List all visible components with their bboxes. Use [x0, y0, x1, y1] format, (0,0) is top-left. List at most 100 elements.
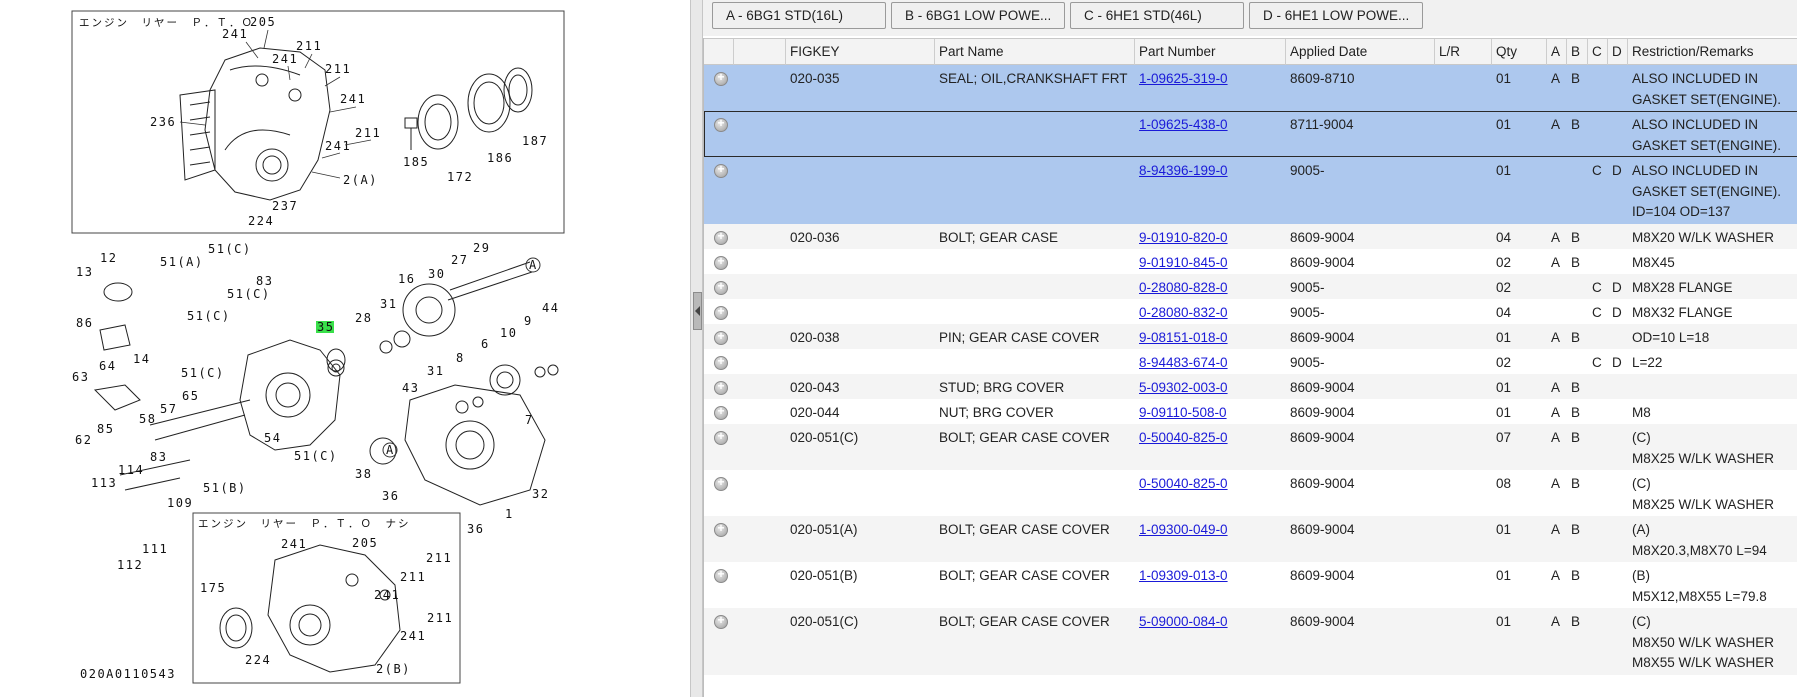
table-row[interactable]: 0-50040-825-0 8609-9004 08 AB (C) M8X25 W/LK…	[704, 470, 1797, 516]
model-tab-a[interactable]: A - 6BG1 STD(16L)	[712, 2, 886, 29]
qty-cell: 01	[1496, 71, 1512, 86]
figkey-cell	[786, 111, 790, 115]
svg-text:51(B): 51(B)	[203, 481, 247, 495]
header-expand[interactable]	[704, 39, 734, 65]
svg-text:241: 241	[340, 92, 366, 106]
qty-cell: 04	[1496, 230, 1512, 245]
svg-text:211: 211	[325, 62, 351, 76]
no-pto-box-title: エンジン リヤー Ｐ．Ｔ．Ｏ ナシ	[198, 518, 411, 530]
header-qty[interactable]: Qty	[1492, 39, 1547, 65]
model-b-flag	[1567, 299, 1571, 303]
svg-text:111: 111	[142, 542, 168, 556]
part-number-link[interactable]: 8-94483-674-0	[1135, 349, 1228, 373]
table-row[interactable]: 8-94396-199-0 9005- 01 CD ALSO INCLUDED IN G…	[704, 157, 1797, 224]
model-b-flag	[1567, 157, 1571, 161]
table-row[interactable]: 020-051(C) BOLT; GEAR CASE COVER 0-50040-8…	[704, 424, 1797, 470]
header-part-number[interactable]: Part Number	[1135, 39, 1286, 65]
header-d[interactable]: D	[1608, 39, 1628, 65]
model-tab-c[interactable]: C - 6HE1 STD(46L)	[1070, 2, 1244, 29]
part-number-link[interactable]: 9-08151-018-0	[1135, 324, 1228, 348]
part-number-link[interactable]: 1-09309-013-0	[1135, 562, 1228, 586]
part-number-link[interactable]: 5-09000-084-0	[1135, 608, 1228, 632]
expand-row-icon[interactable]	[714, 116, 728, 132]
header-b[interactable]: B	[1567, 39, 1588, 65]
figkey-cell	[786, 349, 790, 353]
part-number-link[interactable]: 0-28080-828-0	[1135, 274, 1228, 298]
lr-cell	[1435, 324, 1439, 328]
expand-row-icon[interactable]	[714, 254, 728, 270]
model-c-flag	[1588, 424, 1592, 428]
table-row[interactable]: 020-051(A) BOLT; GEAR CASE COVER 1-09300-0…	[704, 516, 1797, 562]
expand-row-icon[interactable]	[714, 613, 728, 629]
svg-text:241: 241	[281, 537, 307, 551]
remarks-cell: ALSO INCLUDED IN GASKET SET(ENGINE).	[1632, 71, 1782, 107]
model-tab-d[interactable]: D - 6HE1 LOW POWE...	[1249, 2, 1423, 29]
expand-row-icon[interactable]	[714, 475, 728, 491]
header-blank[interactable]	[734, 39, 786, 65]
part-number-link[interactable]: 9-01910-820-0	[1135, 224, 1228, 248]
lr-cell	[1435, 470, 1439, 474]
expand-row-icon[interactable]	[714, 354, 728, 370]
expand-row-icon[interactable]	[714, 429, 728, 445]
part-number-link[interactable]: 5-09302-003-0	[1135, 374, 1228, 398]
figkey-cell	[786, 470, 790, 474]
part-number-link[interactable]: 0-50040-825-0	[1135, 424, 1228, 448]
part-number-link[interactable]: 9-01910-845-0	[1135, 249, 1228, 273]
table-row[interactable]: 0-28080-832-0 9005- 04 CD M8X32 FLANGE	[704, 299, 1797, 324]
table-row[interactable]: 020-036 BOLT; GEAR CASE 9-01910-820-0 8609-…	[704, 224, 1797, 249]
table-row[interactable]: 020-051(C) BOLT; GEAR CASE COVER 5-09000-0…	[704, 608, 1797, 675]
part-number-link[interactable]: 1-09625-438-0	[1135, 111, 1228, 135]
header-a[interactable]: A	[1547, 39, 1567, 65]
expand-row-icon[interactable]	[714, 229, 728, 245]
header-c[interactable]: C	[1588, 39, 1608, 65]
table-row[interactable]: 020-043 STUD; BRG COVER 5-09302-003-0 8609-…	[704, 374, 1797, 399]
expand-row-icon[interactable]	[714, 521, 728, 537]
table-row[interactable]: 8-94483-674-0 9005- 02 CD L=22	[704, 349, 1797, 374]
callout-35: 35	[317, 320, 334, 334]
part-number-link[interactable]: 1-09300-049-0	[1135, 516, 1228, 540]
collapse-left-arrow-icon[interactable]	[693, 292, 702, 330]
table-row[interactable]: 020-044 NUT; BRG COVER 9-09110-508-0 8609-9…	[704, 399, 1797, 424]
applied-date-cell: 8609-9004	[1290, 405, 1355, 420]
svg-text:205: 205	[250, 15, 276, 29]
header-part-name[interactable]: Part Name	[935, 39, 1135, 65]
table-row[interactable]: 1-09625-438-0 8711-9004 01 AB ALSO INCLUDED …	[704, 111, 1797, 157]
expand-row-icon[interactable]	[714, 162, 728, 178]
model-c-flag	[1588, 65, 1592, 69]
model-tab-b[interactable]: B - 6BG1 LOW POWE...	[891, 2, 1065, 29]
table-row[interactable]: 020-051(B) BOLT; GEAR CASE COVER 1-09309-0…	[704, 562, 1797, 608]
pane-splitter[interactable]	[690, 0, 703, 697]
model-d-flag	[1608, 470, 1612, 474]
part-number-link[interactable]: 0-28080-832-0	[1135, 299, 1228, 323]
part-number-link[interactable]: 1-09625-319-0	[1135, 65, 1228, 89]
model-b-flag: B	[1571, 430, 1581, 445]
model-b-flag: B	[1571, 614, 1581, 629]
header-figkey[interactable]: FIGKEY	[786, 39, 935, 65]
svg-text:6: 6	[481, 337, 490, 351]
header-lr[interactable]: L/R	[1435, 39, 1492, 65]
part-number-link[interactable]: 9-09110-508-0	[1135, 399, 1227, 423]
part-name-cell	[935, 274, 939, 278]
table-row[interactable]: 020-035 SEAL; OIL,CRANKSHAFT FRT 1-09625-3…	[704, 65, 1797, 111]
table-row[interactable]: 9-01910-845-0 8609-9004 02 AB M8X45	[704, 249, 1797, 274]
expand-row-icon[interactable]	[714, 70, 728, 86]
part-number-link[interactable]: 8-94396-199-0	[1135, 157, 1228, 181]
expand-row-icon[interactable]	[714, 404, 728, 420]
table-row[interactable]: 020-038 PIN; GEAR CASE COVER 9-08151-018-0…	[704, 324, 1797, 349]
expand-row-icon[interactable]	[714, 567, 728, 583]
header-remarks[interactable]: Restriction/Remarks	[1628, 39, 1797, 65]
svg-text:65: 65	[182, 389, 199, 403]
exploded-diagram[interactable]: エンジン リヤー Ｐ．Ｔ．Ｏ 205 241 211 241 211 241 2…	[0, 0, 690, 697]
expand-row-icon[interactable]	[714, 279, 728, 295]
part-name-cell: BOLT; GEAR CASE COVER	[939, 522, 1110, 537]
table-row[interactable]: 0-28080-828-0 9005- 02 CD M8X28 FLANGE	[704, 274, 1797, 299]
part-name-cell: BOLT; GEAR CASE	[939, 230, 1059, 245]
header-applied-date[interactable]: Applied Date	[1286, 39, 1435, 65]
expand-row-icon[interactable]	[714, 304, 728, 320]
model-b-flag	[1567, 274, 1571, 278]
svg-text:241: 241	[374, 588, 400, 602]
exploded-diagram-pane[interactable]: エンジン リヤー Ｐ．Ｔ．Ｏ 205 241 211 241 211 241 2…	[0, 0, 690, 697]
part-number-link[interactable]: 0-50040-825-0	[1135, 470, 1228, 494]
expand-row-icon[interactable]	[714, 379, 728, 395]
expand-row-icon[interactable]	[714, 329, 728, 345]
